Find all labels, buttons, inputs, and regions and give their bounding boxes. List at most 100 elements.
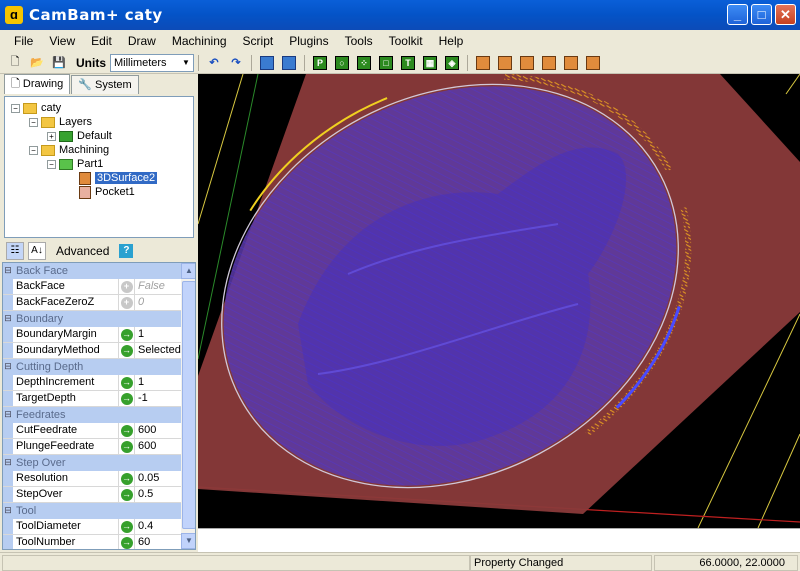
expand-icon[interactable]: + (47, 131, 56, 141)
menu-view[interactable]: View (41, 34, 83, 48)
menu-help[interactable]: Help (431, 34, 472, 48)
property-value[interactable]: False (135, 279, 181, 294)
chevron-down-icon[interactable]: ▼ (179, 55, 193, 71)
collapse-icon[interactable]: ⊟ (3, 455, 13, 471)
category-step-over[interactable]: ⊟ Step Over (3, 455, 181, 471)
new-file-icon[interactable]: 🗋 (6, 54, 24, 72)
tree-node-3dsurface[interactable]: 3DSurface2 (79, 171, 158, 185)
menu-plugins[interactable]: Plugins (281, 34, 336, 48)
redo-icon[interactable]: ↷ (227, 54, 245, 72)
property-value[interactable]: 0.5 (135, 487, 181, 502)
category-tool[interactable]: ⊟ Tool (3, 503, 181, 519)
set-value-icon[interactable]: → (120, 520, 133, 533)
property-row[interactable]: BackFace + False (3, 279, 181, 295)
property-row[interactable]: BoundaryMargin → 1 (3, 327, 181, 343)
collapse-icon[interactable]: − (47, 159, 56, 169)
property-row[interactable]: DepthIncrement → 1 (3, 375, 181, 391)
menu-file[interactable]: File (6, 34, 41, 48)
property-value[interactable]: 600 (135, 439, 181, 454)
category-feedrates[interactable]: ⊟ Feedrates (3, 407, 181, 423)
tree-node-root[interactable]: − caty (11, 101, 61, 115)
scroll-down-icon[interactable]: ▼ (181, 533, 195, 549)
menu-toolkit[interactable]: Toolkit (381, 34, 431, 48)
set-value-icon[interactable]: → (120, 328, 133, 341)
category-boundary[interactable]: ⊟ Boundary (3, 311, 181, 327)
tree-node-pocket[interactable]: Pocket1 (79, 185, 135, 199)
category-backface[interactable]: ⊟ Back Face (3, 263, 181, 279)
tree-node-default-layer[interactable]: + Default (47, 129, 112, 143)
menu-edit[interactable]: Edit (83, 34, 120, 48)
drill-icon[interactable] (474, 54, 492, 72)
pocket-icon[interactable] (518, 54, 536, 72)
undo-icon[interactable]: ↶ (205, 54, 223, 72)
open-folder-icon[interactable]: 📂 (28, 54, 46, 72)
tab-drawing[interactable]: 🗋 Drawing (4, 74, 71, 94)
set-value-icon[interactable]: → (120, 472, 133, 485)
property-scrollbar[interactable]: ▲ ▼ (181, 263, 195, 549)
collapse-icon[interactable]: ⊟ (3, 359, 13, 375)
3d-surface-icon[interactable] (584, 54, 602, 72)
sort-alpha-icon[interactable]: A↓ (28, 242, 46, 260)
collapse-icon[interactable]: − (29, 117, 38, 127)
close-button[interactable]: ✕ (775, 4, 796, 25)
property-row[interactable]: ToolDiameter → 0.4 (3, 519, 181, 535)
text-icon[interactable]: T (399, 54, 417, 72)
menu-tools[interactable]: Tools (337, 34, 381, 48)
collapse-icon[interactable]: ⊟ (3, 503, 13, 519)
polyline-icon[interactable]: P (311, 54, 329, 72)
advanced-button[interactable]: Advanced (56, 244, 109, 258)
property-row[interactable]: Resolution → 0.05 (3, 471, 181, 487)
categorized-icon[interactable]: ☷ (6, 242, 24, 260)
engrave-icon[interactable] (540, 54, 558, 72)
tree-node-part[interactable]: − Part1 (47, 157, 103, 171)
units-dropdown[interactable]: Millimeters ▼ (110, 53, 194, 72)
property-value[interactable]: 600 (135, 423, 181, 438)
property-value[interactable]: Selected (135, 343, 181, 358)
collapse-icon[interactable]: ⊟ (3, 311, 13, 327)
mesh-icon[interactable]: ◈ (443, 54, 461, 72)
tab-system[interactable]: 🔧 System (71, 75, 139, 94)
set-value-icon[interactable]: → (120, 344, 133, 357)
property-row[interactable]: BoundaryMethod → Selected (3, 343, 181, 359)
command-bar[interactable] (198, 528, 800, 552)
property-value[interactable]: 0 (135, 295, 181, 310)
points-icon[interactable]: ⁘ (355, 54, 373, 72)
property-row[interactable]: BackFaceZeroZ +0 (3, 295, 181, 311)
save-icon[interactable]: 💾 (50, 54, 68, 72)
property-value[interactable]: 1 (135, 327, 181, 342)
set-value-icon[interactable]: → (120, 392, 133, 405)
collapse-icon[interactable]: − (29, 145, 38, 155)
collapse-icon[interactable]: ⊟ (3, 263, 13, 279)
surface-icon[interactable]: ▦ (421, 54, 439, 72)
property-value[interactable]: -1 (135, 391, 181, 406)
rectangle-icon[interactable]: □ (377, 54, 395, 72)
scroll-thumb[interactable] (182, 281, 195, 529)
show-grid-icon[interactable] (280, 54, 298, 72)
tree-node-layers[interactable]: − Layers (29, 115, 92, 129)
default-value-icon[interactable]: + (120, 280, 133, 293)
cambam-logo-icon[interactable]: ɑ (5, 6, 23, 24)
maximize-button[interactable]: □ (751, 4, 772, 25)
minimize-button[interactable]: _ (727, 4, 748, 25)
property-row[interactable]: ToolNumber → 60 (3, 535, 181, 549)
menu-script[interactable]: Script (235, 34, 282, 48)
profile-icon[interactable] (496, 54, 514, 72)
set-value-icon[interactable]: → (120, 536, 133, 549)
default-value-icon[interactable]: + (120, 296, 133, 309)
set-value-icon[interactable]: → (120, 440, 133, 453)
set-value-icon[interactable]: → (120, 488, 133, 501)
help-icon[interactable]: ? (119, 244, 134, 258)
property-value[interactable]: 0.05 (135, 471, 181, 486)
property-value[interactable]: 0.4 (135, 519, 181, 534)
category-cutting-depth[interactable]: ⊟ Cutting Depth (3, 359, 181, 375)
collapse-icon[interactable]: ⊟ (3, 407, 13, 423)
property-row[interactable]: StepOver → 0.5 (3, 487, 181, 503)
property-row[interactable]: TargetDepth → -1 (3, 391, 181, 407)
property-value[interactable]: 1 (135, 375, 181, 390)
circle-icon[interactable]: ○ (333, 54, 351, 72)
property-value[interactable]: 60 (135, 535, 181, 549)
property-row[interactable]: PlungeFeedrate → 600 (3, 439, 181, 455)
collapse-icon[interactable]: − (11, 103, 20, 113)
menu-machining[interactable]: Machining (164, 34, 235, 48)
tree-node-machining[interactable]: − Machining (29, 143, 109, 157)
